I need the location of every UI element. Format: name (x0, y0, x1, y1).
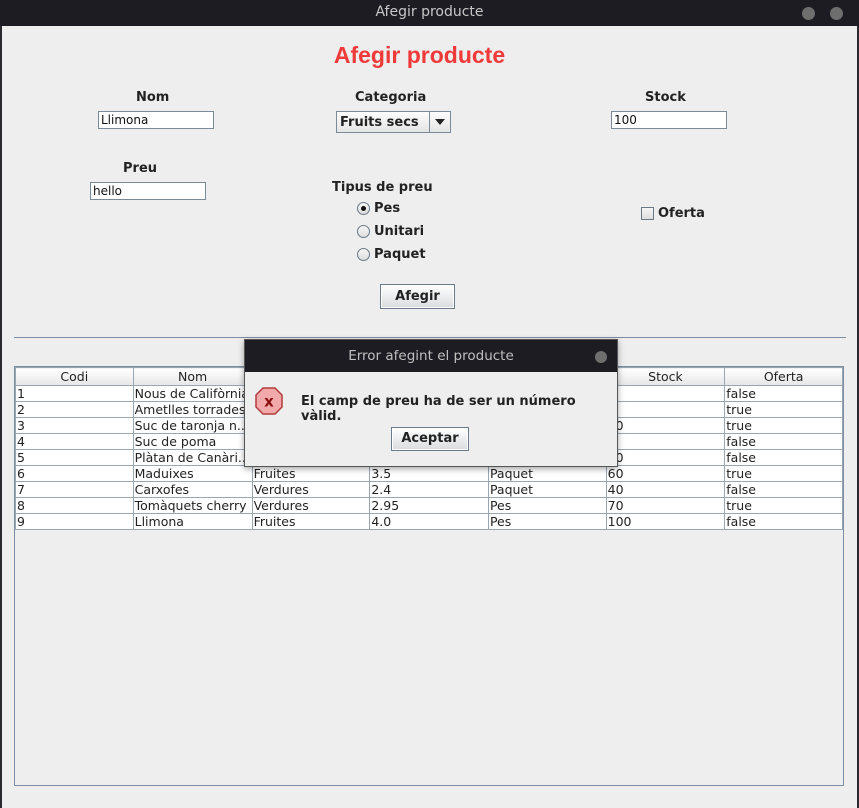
table-cell: true (724, 417, 843, 434)
table-row[interactable]: 6 Maduixes Fruites 3.5 Paquet 60 true (15, 465, 843, 482)
table-cell: 20 (605, 449, 726, 466)
table-cell: Fruites (251, 465, 371, 482)
table-row[interactable]: 7 Carxofes Verdures 2.4 Paquet 40 false (15, 481, 843, 498)
table-cell: false (724, 385, 843, 402)
table-cell: 100 (605, 513, 726, 530)
categoria-label: Categoria (355, 90, 427, 105)
afegir-button[interactable]: Afegir (380, 284, 455, 309)
table-row[interactable]: 9 Llimona Fruites 4.0 Pes 100 false (15, 513, 843, 530)
dialog-title: Error afegint el producte (245, 340, 617, 372)
radio-paquet[interactable] (357, 248, 370, 261)
table-cell: 2.4 (369, 481, 489, 498)
radio-paquet-label: Paquet (374, 247, 426, 262)
table-cell: 7 (15, 481, 134, 498)
table-cell: Nous de Califòrnia (132, 385, 253, 402)
table-cell: 70 (605, 497, 726, 514)
table-cell: 4 (15, 433, 134, 450)
table-cell: Paquet (487, 465, 607, 482)
table-cell: Pes (487, 513, 607, 530)
chevron-down-icon[interactable] (429, 112, 450, 132)
tipus-preu-label: Tipus de preu (332, 180, 433, 195)
table-cell: 4.0 (369, 513, 489, 530)
table-cell: Pes (487, 497, 607, 514)
categoria-selected-value: Fruits secs (340, 115, 419, 130)
radio-pes[interactable] (357, 202, 370, 215)
table-cell: Suc de taronja n... (132, 417, 253, 434)
nom-label: Nom (136, 90, 170, 105)
table-cell: true (724, 497, 843, 514)
table-cell: 60 (605, 465, 726, 482)
preu-label: Preu (123, 161, 158, 176)
window-title: Afegir producte (375, 4, 484, 20)
table-cell: 9 (15, 513, 134, 530)
table-cell: 2 (15, 401, 134, 418)
table-cell: Verdures (251, 481, 371, 498)
close-icon[interactable] (830, 7, 843, 20)
table-cell: 2.95 (369, 497, 489, 514)
table-cell: Ametlles torrades (132, 401, 253, 418)
minimize-icon[interactable] (802, 7, 815, 20)
table-row[interactable]: 8 Tomàquets cherry Verdures 2.95 Pes 70 … (15, 497, 843, 514)
table-cell: 3.5 (369, 465, 489, 482)
table-cell: Fruites (251, 513, 371, 530)
table-cell: false (724, 481, 843, 498)
aceptar-button[interactable]: Aceptar (391, 427, 469, 451)
table-cell: 40 (605, 481, 726, 498)
column-header[interactable]: Oferta (724, 367, 843, 386)
table-cell: Plàtan de Canàri... (132, 449, 253, 466)
table-cell: 1 (15, 385, 134, 402)
table-cell: 0 (605, 433, 726, 450)
table-cell: Carxofes (132, 481, 253, 498)
nom-field[interactable] (98, 111, 214, 129)
radio-pes-label: Pes (374, 201, 401, 216)
preu-field[interactable] (90, 182, 206, 200)
oferta-label: Oferta (658, 206, 705, 221)
table-cell: Verdures (251, 497, 371, 514)
error-icon: x (255, 387, 283, 415)
table-cell: Tomàquets cherry (132, 497, 253, 514)
close-icon[interactable] (595, 351, 607, 363)
radio-unitari[interactable] (357, 225, 370, 238)
oferta-checkbox[interactable] (641, 207, 654, 220)
dialog-message: El camp de preu ha de ser un número vàli… (301, 394, 576, 424)
error-icon-glyph: x (264, 393, 274, 411)
table-cell: false (724, 449, 843, 466)
table-cell: Paquet (487, 481, 607, 498)
column-header[interactable]: Stock (605, 367, 726, 386)
table-cell: 6 (15, 465, 134, 482)
table-cell: true (724, 401, 843, 418)
window-titlebar: Afegir producte (0, 0, 859, 26)
radio-unitari-label: Unitari (374, 224, 425, 239)
page-title: Afegir producte (333, 42, 506, 68)
table-cell: 0 (605, 385, 726, 402)
table-cell: 8 (15, 497, 134, 514)
separator (14, 337, 846, 338)
table-cell: 0 (605, 401, 726, 418)
error-dialog[interactable]: Error afegint el producte x El camp de p… (244, 339, 618, 467)
table-cell: false (724, 433, 843, 450)
table-cell: Suc de poma (132, 433, 253, 450)
column-header[interactable]: Nom (132, 367, 253, 386)
table-cell: true (724, 465, 843, 482)
table-cell: false (724, 513, 843, 530)
table-cell: 3 (15, 417, 134, 434)
table-cell: Llimona (132, 513, 253, 530)
column-header[interactable]: Codi (15, 367, 134, 386)
table-cell: 5 (15, 449, 134, 466)
stock-label: Stock (645, 90, 686, 105)
categoria-select[interactable]: Fruits secs (336, 111, 451, 133)
window-border-left (0, 26, 2, 808)
stock-field[interactable] (611, 111, 727, 129)
table-cell: 00 (605, 417, 726, 434)
table-cell: Maduixes (132, 465, 253, 482)
